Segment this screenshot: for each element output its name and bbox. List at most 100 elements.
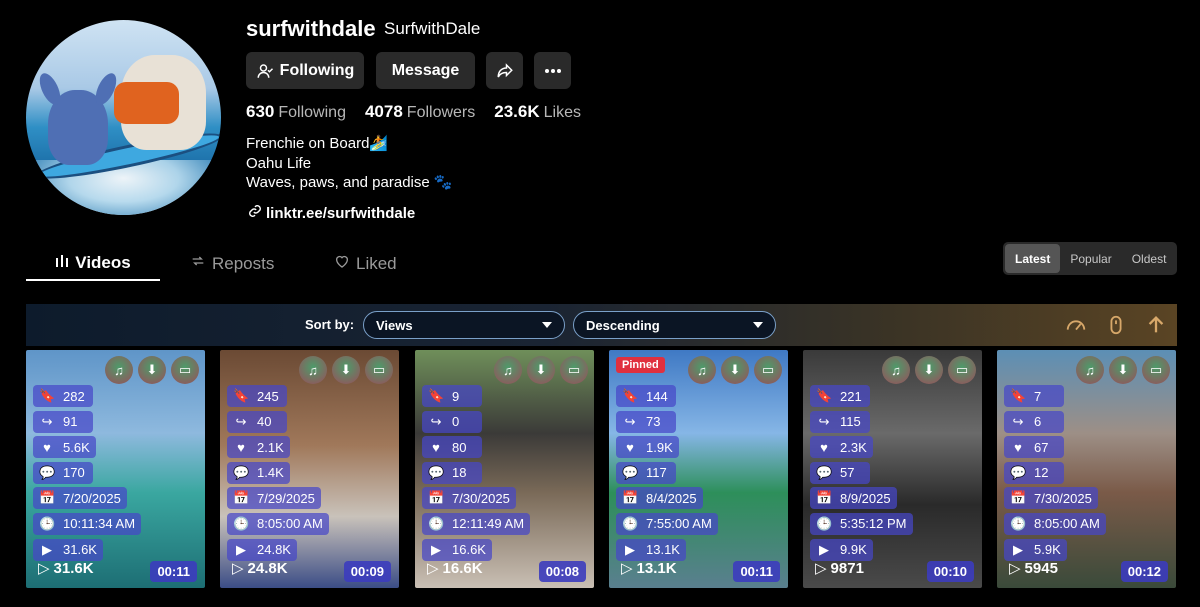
followers-stat[interactable]: 4078 Followers — [365, 102, 475, 122]
message-button[interactable]: Message — [376, 52, 475, 89]
card-tools: ♫ ⬇ ▭ — [688, 356, 782, 384]
comments-icon: 💬 — [428, 464, 445, 480]
stat-views: ▶ 24.8K — [227, 538, 297, 561]
music-icon[interactable]: ♫ — [494, 356, 522, 384]
tab-liked[interactable]: Liked — [334, 246, 414, 281]
stat-date: 📅 8/4/2025 — [616, 487, 703, 510]
card-tools: ♫ ⬇ ▭ — [1076, 356, 1170, 384]
tab-liked-label: Liked — [356, 253, 397, 273]
download-cover-icon[interactable]: ⬇ — [527, 356, 555, 384]
music-icon[interactable]: ♫ — [299, 356, 327, 384]
play-icon: ▷ — [427, 560, 439, 577]
video-card[interactable]: ♫ ⬇ ▭ 🔖 9 ↪ 0 ♥ 80 💬 18 📅 7/30/2025 🕒 12:11:49 AM ▶ 1… — [415, 350, 594, 588]
video-card[interactable]: Pinned ♫ ⬇ ▭ 🔖 144 ↪ 73 ♥ 1.9K 💬 117 📅 8/4/2025 🕒 7… — [609, 350, 788, 588]
time-icon: 🕒 — [428, 515, 445, 531]
view-count-value: 5945 — [1024, 559, 1058, 577]
share-icon — [496, 62, 514, 80]
stat-saves-value: 9 — [452, 388, 460, 404]
stat-views-value: 9.9K — [840, 542, 867, 558]
stat-date: 📅 7/30/2025 — [422, 487, 516, 510]
more-dots-icon — [544, 68, 562, 74]
sort-field-select[interactable]: Views — [363, 311, 565, 339]
likes-icon: ♥ — [43, 439, 51, 455]
stat-saves: 🔖 282 — [33, 385, 93, 407]
music-icon[interactable]: ♫ — [105, 356, 133, 384]
video-camera-icon[interactable]: ▭ — [171, 356, 199, 384]
stat-likes: ♥ 2.1K — [227, 436, 290, 459]
views-icon: ▶ — [42, 541, 52, 557]
arrow-up-icon[interactable] — [1145, 314, 1167, 336]
duration-badge: 00:12 — [1120, 561, 1168, 582]
download-cover-icon[interactable]: ⬇ — [1109, 356, 1137, 384]
stat-comments: 💬 117 — [616, 461, 676, 484]
grid-bars-icon — [55, 253, 69, 273]
segment-latest[interactable]: Latest — [1005, 244, 1061, 273]
video-camera-icon[interactable]: ▭ — [365, 356, 393, 384]
music-icon[interactable]: ♫ — [688, 356, 716, 384]
stat-saves: 🔖 7 — [1004, 385, 1064, 407]
download-cover-icon[interactable]: ⬇ — [332, 356, 360, 384]
bio: Frenchie on Board🏄 Oahu Life Waves, paws… — [246, 134, 453, 193]
stat-date-value: 7/30/2025 — [1034, 490, 1092, 506]
download-cover-icon[interactable]: ⬇ — [138, 356, 166, 384]
music-icon[interactable]: ♫ — [882, 356, 910, 384]
card-tools: ♫ ⬇ ▭ — [105, 356, 199, 384]
stat-shares: ↪ 0 — [422, 410, 482, 433]
view-count-value: 24.8K — [247, 559, 288, 577]
tab-videos-label: Videos — [75, 252, 131, 272]
profile-link-text: linktr.ee/surfwithdale — [266, 204, 416, 222]
avatar[interactable] — [26, 20, 221, 215]
stat-shares: ↪ 91 — [33, 410, 93, 433]
comments-icon: 💬 — [233, 464, 250, 480]
tab-videos[interactable]: Videos — [26, 246, 160, 281]
view-count-value: 16.6K — [442, 559, 483, 577]
stat-shares: ↪ 115 — [810, 410, 870, 433]
time-icon: 🕒 — [816, 515, 833, 531]
stat-views: ▶ 5.9K — [1004, 538, 1067, 561]
stat-saves: 🔖 144 — [616, 385, 676, 407]
following-label: Following — [278, 104, 346, 121]
nickname: SurfwithDale — [384, 19, 481, 38]
profile-link[interactable]: linktr.ee/surfwithdale — [248, 204, 415, 222]
download-cover-icon[interactable]: ⬇ — [915, 356, 943, 384]
speedometer-icon[interactable] — [1065, 314, 1087, 336]
stat-views-value: 24.8K — [257, 542, 291, 558]
video-card[interactable]: ♫ ⬇ ▭ 🔖 221 ↪ 115 ♥ 2.3K 💬 57 📅 8/9/2025 🕒 5:35:12 … — [803, 350, 982, 588]
following-stat[interactable]: 630 Following — [246, 102, 346, 122]
video-card[interactable]: ♫ ⬇ ▭ 🔖 282 ↪ 91 ♥ 5.6K 💬 170 📅 7/20/2025 🕒 10:11:3… — [26, 350, 205, 588]
tab-reposts[interactable]: Reposts — [190, 246, 280, 281]
share-button[interactable] — [486, 52, 523, 89]
stat-date: 📅 7/29/2025 — [227, 487, 321, 510]
video-camera-icon[interactable]: ▭ — [1142, 356, 1170, 384]
music-icon[interactable]: ♫ — [1076, 356, 1104, 384]
view-count-value: 31.6K — [53, 559, 94, 577]
stat-shares: ↪ 73 — [616, 410, 676, 433]
stat-comments: 💬 57 — [810, 461, 870, 484]
view-count: ▷ 24.8K — [232, 559, 288, 578]
play-icon: ▷ — [232, 560, 244, 577]
more-button[interactable] — [534, 52, 571, 89]
followers-label: Followers — [406, 104, 476, 121]
video-card[interactable]: ♫ ⬇ ▭ 🔖 7 ↪ 6 ♥ 67 💬 12 📅 7/30/2025 🕒 8:05:00 AM ▶ 5.… — [997, 350, 1176, 588]
following-button[interactable]: Following — [246, 52, 364, 89]
segment-popular[interactable]: Popular — [1060, 244, 1121, 273]
video-stats: 🔖 9 ↪ 0 ♥ 80 💬 18 📅 7/30/2025 🕒 12:11:49 AM ▶ 16.6K — [422, 385, 531, 564]
video-camera-icon[interactable]: ▭ — [560, 356, 588, 384]
segment-oldest[interactable]: Oldest — [1122, 244, 1177, 273]
mouse-icon[interactable] — [1105, 314, 1127, 336]
comments-icon: 💬 — [39, 464, 56, 480]
date-icon: 📅 — [1010, 490, 1027, 506]
video-camera-icon[interactable]: ▭ — [948, 356, 976, 384]
download-cover-icon[interactable]: ⬇ — [721, 356, 749, 384]
following-button-label: Following — [279, 61, 355, 79]
video-camera-icon[interactable]: ▭ — [754, 356, 782, 384]
time-icon: 🕒 — [622, 515, 639, 531]
likes-icon: ♥ — [820, 439, 828, 455]
video-card[interactable]: ♫ ⬇ ▭ 🔖 245 ↪ 40 ♥ 2.1K 💬 1.4K 📅 7/29/2025 🕒 8:05:0… — [220, 350, 399, 588]
sort-order-select[interactable]: Descending — [573, 311, 776, 339]
shares-icon: ↪ — [624, 413, 636, 429]
stat-saves-value: 144 — [646, 388, 668, 404]
shares-icon: ↪ — [430, 413, 442, 429]
stat-comments: 💬 12 — [1004, 461, 1064, 484]
pinned-badge: Pinned — [616, 357, 665, 373]
